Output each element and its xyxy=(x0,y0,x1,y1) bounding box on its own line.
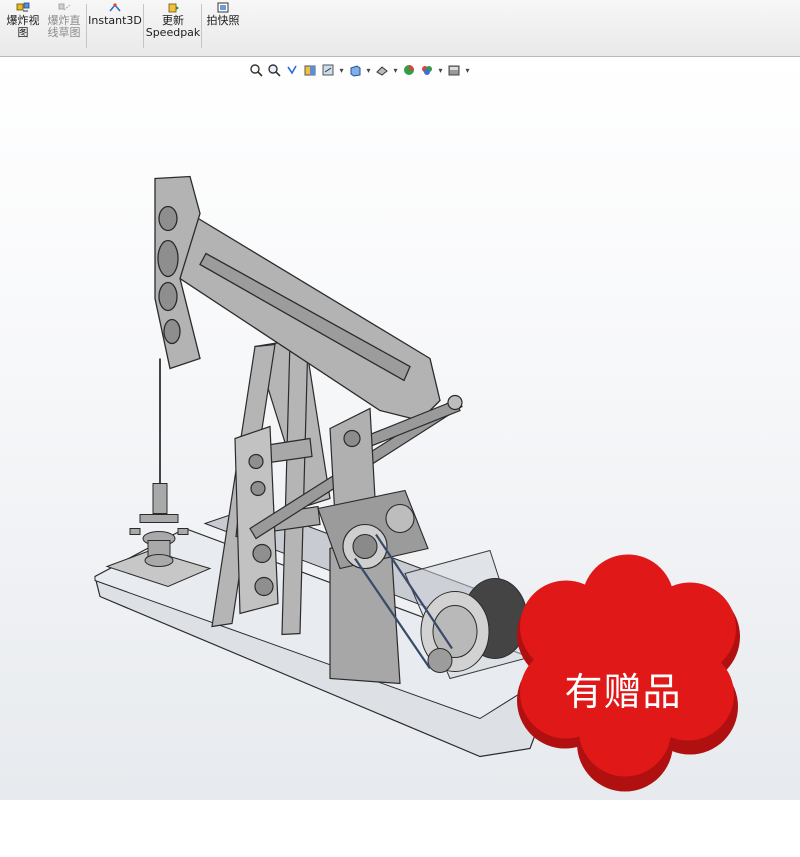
apply-scene-icon[interactable] xyxy=(446,62,462,78)
explode-sketch-icon xyxy=(58,3,71,11)
display-style-icon[interactable] xyxy=(374,62,390,78)
section-view-icon[interactable] xyxy=(302,62,318,78)
chevron-down-icon[interactable]: ▾ xyxy=(365,62,372,78)
toolbar-separator xyxy=(86,4,87,48)
dynamic-annotation-icon[interactable] xyxy=(320,62,336,78)
update-speedpak-label-2: Speedpak xyxy=(145,26,201,39)
chevron-down-icon[interactable]: ▾ xyxy=(464,62,471,78)
hide-show-items-icon[interactable] xyxy=(401,62,417,78)
toolbar-separator xyxy=(143,4,144,48)
update-speedpak-icon xyxy=(168,3,179,13)
instant3d-button[interactable]: Instant3D xyxy=(88,0,142,48)
toolbar-separator xyxy=(201,4,202,48)
zoom-area-icon[interactable] xyxy=(266,62,282,78)
gift-badge-text: 有赠品 xyxy=(564,670,682,714)
instant3d-label: Instant3D xyxy=(88,14,142,27)
explode-view-icon xyxy=(16,2,30,12)
chevron-down-icon[interactable]: ▾ xyxy=(437,62,444,78)
edit-appearance-icon[interactable] xyxy=(419,62,435,78)
snapshot-icon xyxy=(217,2,229,13)
chevron-down-icon[interactable]: ▾ xyxy=(338,62,345,78)
explode-line-sketch-button[interactable]: 爆炸直 线草图 xyxy=(44,0,84,48)
chevron-down-icon[interactable]: ▾ xyxy=(392,62,399,78)
pump-jack-model xyxy=(94,175,740,792)
update-speedpak-button[interactable]: 更新 Speedpak xyxy=(146,0,200,48)
zoom-to-fit-icon[interactable] xyxy=(248,62,264,78)
instant3d-icon xyxy=(109,3,121,12)
previous-view-icon[interactable] xyxy=(284,62,300,78)
view-orientation-icon[interactable] xyxy=(347,62,363,78)
command-manager-toolbar: 爆炸视 图 爆炸直 线草图 Instant3D 更新 Speedpak 拍快照 xyxy=(0,0,800,57)
graphics-area[interactable]: 有赠品 xyxy=(0,57,800,800)
explode-view-label-2: 图 xyxy=(17,26,29,39)
heads-up-view-toolbar: ▾ ▾ ▾ ▾ ▾ xyxy=(248,60,471,80)
explode-line-sketch-label-2: 线草图 xyxy=(47,26,81,39)
take-snapshot-button[interactable]: 拍快照 xyxy=(204,0,242,48)
take-snapshot-label: 拍快照 xyxy=(206,14,240,27)
explode-view-button[interactable]: 爆炸视 图 xyxy=(4,0,42,48)
